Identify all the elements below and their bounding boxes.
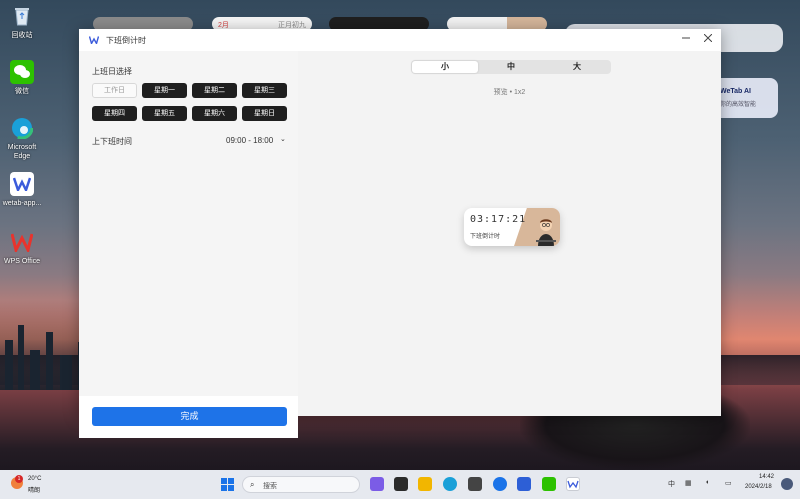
network-icon[interactable]: ▦ bbox=[685, 479, 692, 487]
preview-panel: 小 中 大 预览 • 1x2 03:17:21 下班倒计时 bbox=[298, 51, 721, 416]
store-icon[interactable] bbox=[468, 477, 482, 491]
browser-icon[interactable] bbox=[493, 477, 507, 491]
weather-condition[interactable]: 晴朗 bbox=[28, 485, 40, 494]
app-logo-icon bbox=[89, 36, 99, 44]
wps-icon bbox=[10, 230, 34, 254]
taskbar-search-input[interactable]: ⌕ 搜索 bbox=[242, 476, 360, 493]
wechat-taskbar-icon[interactable] bbox=[542, 477, 556, 491]
work-hours-select[interactable]: 09:00 - 18:00 bbox=[226, 136, 273, 145]
close-icon bbox=[703, 33, 713, 43]
taskbar: 1 20°C 晴朗 ⌕ 搜索 中 ▦ ◖ ▭ 14:42 2024/2/18 bbox=[0, 470, 800, 499]
copilot-icon[interactable] bbox=[370, 477, 384, 491]
desktop-icon-label: Microsoft Edge bbox=[7, 144, 37, 160]
close-button[interactable] bbox=[701, 33, 715, 47]
clock-date[interactable]: 2024/2/18 bbox=[745, 484, 772, 490]
work-hours-label: 上下班时间 bbox=[92, 137, 132, 146]
desktop-icon-label: 微信 bbox=[15, 88, 29, 95]
day-toggle-thursday[interactable]: 星期四 bbox=[92, 106, 137, 121]
weather-alert-badge: 1 bbox=[15, 475, 23, 483]
wetab-icon bbox=[10, 172, 34, 196]
edge-taskbar-icon[interactable] bbox=[443, 477, 457, 491]
search-icon: ⌕ bbox=[250, 480, 255, 489]
preview-size-caption: 预览 • 1x2 bbox=[493, 89, 526, 96]
day-toggle-workday[interactable]: 工作日 bbox=[92, 83, 137, 98]
day-toggle-wednesday[interactable]: 星期三 bbox=[242, 83, 287, 98]
title-bar[interactable]: 下班倒计时 bbox=[79, 29, 721, 51]
done-button[interactable]: 完成 bbox=[92, 407, 287, 426]
desktop-icon-wps[interactable]: WPS Office bbox=[2, 230, 42, 266]
size-segmented-control: 小 中 大 bbox=[411, 60, 611, 74]
office-worker-icon bbox=[536, 219, 556, 246]
desktop-icon-wechat[interactable]: 微信 bbox=[2, 60, 42, 96]
settings-footer: 完成 bbox=[79, 396, 298, 438]
file-explorer-icon[interactable] bbox=[418, 477, 432, 491]
day-toggle-monday[interactable]: 星期一 bbox=[142, 83, 187, 98]
day-toggle-saturday[interactable]: 星期六 bbox=[192, 106, 237, 121]
volume-icon[interactable]: ◖ bbox=[705, 479, 709, 486]
desktop-icon-label: wetab-app... bbox=[2, 200, 42, 207]
widget-ai-title: WeTab AI bbox=[720, 88, 751, 95]
minimize-icon bbox=[682, 37, 690, 39]
wetab-logo-icon bbox=[567, 480, 579, 489]
input-method-indicator[interactable]: 中 bbox=[668, 479, 675, 489]
countdown-widget-preview: 03:17:21 下班倒计时 bbox=[464, 208, 560, 246]
desktop-icon-wetab[interactable]: wetab-app... bbox=[2, 172, 42, 208]
size-tab-large[interactable]: 大 bbox=[544, 61, 610, 73]
desktop-icon-edge[interactable]: Microsoft Edge bbox=[2, 116, 42, 161]
countdown-settings-window: 下班倒计时 上班日选择 工作日 星期一 星期二 星期三 星期四 星期五 星期六 … bbox=[79, 29, 721, 438]
workday-section-label: 上班日选择 bbox=[92, 67, 132, 76]
edge-icon bbox=[10, 116, 34, 140]
desktop-icon-recycle-bin[interactable]: 回收站 bbox=[2, 4, 42, 40]
weather-temperature[interactable]: 20°C bbox=[28, 476, 41, 482]
window-title: 下班倒计时 bbox=[106, 36, 146, 45]
chevron-down-icon[interactable]: ⌄ bbox=[280, 135, 286, 143]
day-toggle-tuesday[interactable]: 星期二 bbox=[192, 83, 237, 98]
task-view-icon[interactable] bbox=[394, 477, 408, 491]
size-tab-medium[interactable]: 中 bbox=[478, 61, 544, 73]
windows-start-icon[interactable] bbox=[221, 478, 234, 491]
search-placeholder: 搜索 bbox=[263, 483, 277, 490]
security-app-icon[interactable] bbox=[517, 477, 531, 491]
wechat-icon bbox=[10, 60, 34, 84]
minimize-button[interactable] bbox=[679, 33, 693, 47]
clock-time[interactable]: 14:42 bbox=[759, 474, 774, 480]
desktop-icon-label: WPS Office bbox=[3, 258, 41, 265]
size-tab-small[interactable]: 小 bbox=[412, 61, 478, 73]
countdown-label: 下班倒计时 bbox=[470, 234, 501, 240]
day-toggle-sunday[interactable]: 星期日 bbox=[242, 106, 287, 121]
countdown-time: 03:17:21 bbox=[470, 214, 527, 225]
notification-icon[interactable] bbox=[781, 478, 793, 490]
desktop-icon-label: 回收站 bbox=[11, 32, 33, 39]
recycle-bin-icon bbox=[10, 4, 34, 28]
wetab-taskbar-icon[interactable] bbox=[566, 477, 580, 491]
day-toggle-friday[interactable]: 星期五 bbox=[142, 106, 187, 121]
widget-ai-subtitle: 你的高效智能 bbox=[720, 102, 757, 108]
settings-panel: 上班日选择 工作日 星期一 星期二 星期三 星期四 星期五 星期六 星期日 上下… bbox=[79, 51, 298, 438]
battery-icon[interactable]: ▭ bbox=[725, 479, 732, 487]
